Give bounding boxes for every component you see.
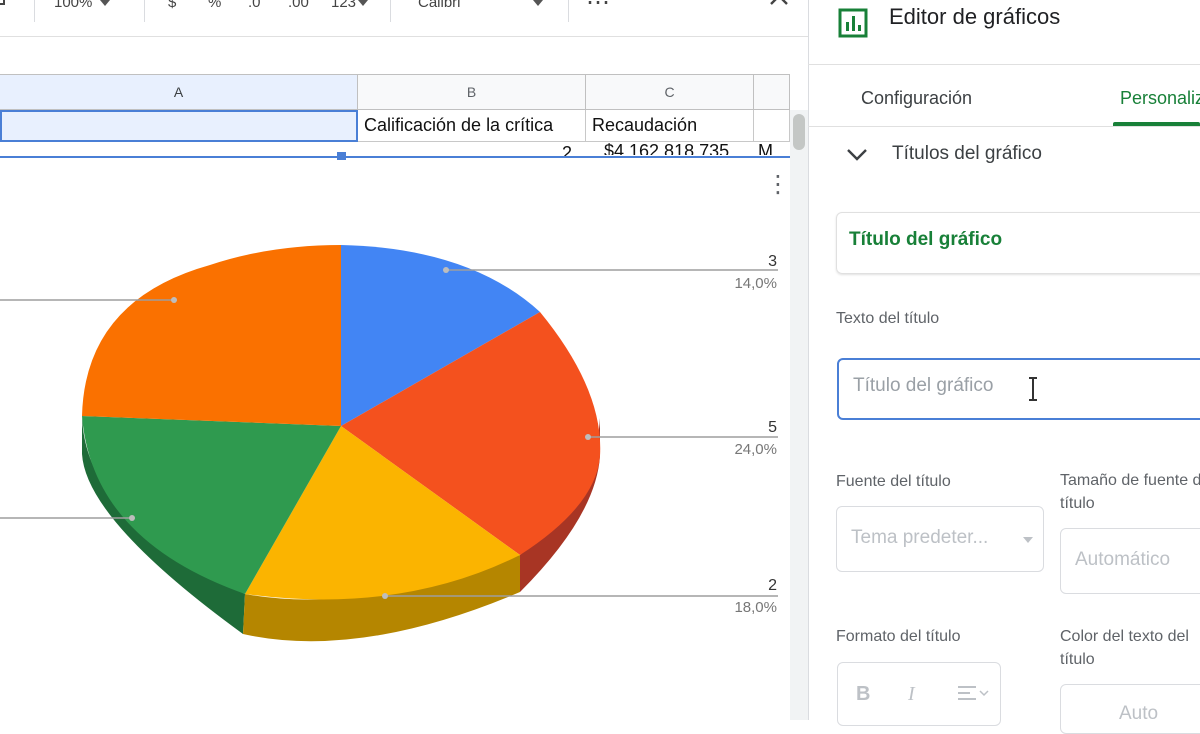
slice-pct-5: 24,0% [734, 441, 777, 458]
panel-divider [808, 64, 1200, 65]
column-header-c[interactable]: C [586, 74, 754, 110]
slice-pct-3: 14,0% [734, 275, 777, 292]
scrollbar-thumb[interactable] [793, 114, 805, 150]
tab-configuracion[interactable]: Configuración [861, 88, 972, 109]
title-text-label: Texto del título [836, 310, 940, 327]
cell-b2[interactable]: 2 [562, 143, 582, 157]
toolbar: 100% $ % .0 .00 123 Calibri ⋯ [0, 0, 808, 37]
text-cursor-icon [1029, 377, 1037, 401]
color-label-line1: Color del texto del [1060, 628, 1189, 645]
leader-dot [585, 434, 591, 440]
font-select[interactable]: Calibri [418, 0, 543, 11]
toolbar-divider [34, 0, 35, 22]
zoom-select[interactable]: 100% [54, 0, 111, 11]
leader-dot [382, 593, 388, 599]
format-toolbar: B I [837, 662, 1001, 726]
toolbar-divider [568, 0, 569, 22]
cell-d2[interactable]: M [758, 141, 786, 155]
size-select[interactable]: Automático [1060, 528, 1200, 594]
chevron-down-icon [100, 0, 111, 7]
size-label-line1: Tamaño de fuente del [1060, 472, 1200, 489]
title-input-wrapper [837, 358, 1200, 420]
vertical-scrollbar[interactable] [790, 110, 808, 720]
decimal-increase-button[interactable]: .00 [288, 0, 309, 11]
toolbar-divider [390, 0, 391, 22]
align-icon[interactable] [956, 683, 992, 710]
paint-format-icon[interactable] [0, 0, 6, 14]
more-icon[interactable]: ⋯ [586, 0, 610, 17]
number-format-button[interactable]: 123 [331, 0, 369, 11]
font-select[interactable]: Tema predeter... [836, 506, 1044, 572]
tab-personalizar[interactable]: Personalizar [1120, 88, 1200, 109]
percent-button[interactable]: % [208, 0, 221, 11]
chevron-down-icon [532, 0, 543, 7]
italic-button[interactable]: I [908, 683, 915, 706]
cell-c2[interactable]: $4.162.818.735 [604, 141, 752, 155]
slice-pct-2: 18,0% [734, 599, 777, 616]
font-value: Calibri [418, 0, 461, 11]
selection-border [0, 156, 790, 158]
section-title[interactable]: Títulos del gráfico [892, 143, 1042, 165]
font-select-value: Tema predeter... [851, 527, 989, 548]
pie-chart-svg: 3 14,0% 5 24,0% 2 18,0% ⋮ [0, 170, 790, 642]
slice-label-2: 2 [768, 577, 777, 594]
color-select[interactable]: Auto [1060, 684, 1200, 734]
color-select-value: Auto [1119, 703, 1159, 724]
font-label: Fuente del título [836, 473, 951, 490]
color-label-line2: título [1060, 651, 1095, 668]
toolbar-divider [144, 0, 145, 22]
leader-dot [129, 515, 135, 521]
cell-c1[interactable]: Recaudación [586, 110, 754, 142]
pie-chart[interactable]: 3 14,0% 5 24,0% 2 18,0% ⋮ [0, 160, 790, 720]
column-header-d[interactable] [754, 74, 790, 110]
panel-title: Editor de gráficos [889, 4, 1061, 29]
slice-label-5: 5 [768, 419, 777, 436]
size-select-value: Automático [1075, 549, 1171, 570]
zoom-value: 100% [54, 0, 93, 11]
slice-label-3: 3 [768, 253, 777, 270]
title-input[interactable] [851, 374, 1155, 398]
collapse-toolbar-icon[interactable] [768, 0, 790, 14]
bold-button[interactable]: B [856, 683, 870, 706]
cell-a1[interactable] [0, 110, 358, 142]
chevron-down-icon[interactable] [845, 146, 869, 169]
chart-icon [838, 8, 868, 43]
chart-menu-icon[interactable]: ⋮ [766, 170, 790, 198]
slice-orange[interactable] [82, 245, 341, 426]
title-type-value: Título del gráfico [849, 229, 1003, 250]
column-header-a[interactable]: A [0, 74, 358, 110]
format-label: Formato del título [836, 628, 961, 645]
decimal-decrease-button[interactable]: .0 [248, 0, 261, 11]
number-format-label: 123 [331, 0, 357, 11]
leader-dot [443, 267, 449, 273]
leader-dot [171, 297, 177, 303]
cell-d1[interactable] [754, 110, 790, 142]
chevron-down-icon [1023, 537, 1033, 543]
cell-b1[interactable]: Calificación de la crítica [358, 110, 586, 142]
column-header-b[interactable]: B [358, 74, 586, 110]
currency-button[interactable]: $ [168, 0, 176, 11]
size-label-line2: título [1060, 495, 1095, 512]
tabs-divider [808, 126, 1200, 127]
chevron-down-icon [358, 0, 369, 7]
